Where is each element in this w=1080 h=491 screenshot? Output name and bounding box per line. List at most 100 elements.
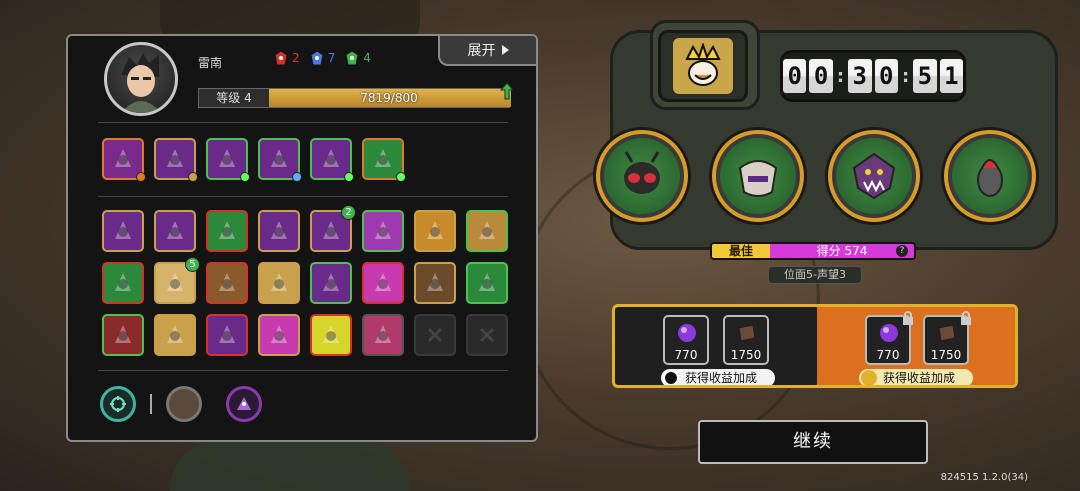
version-label: 824515 1.2.0(34)	[940, 472, 1028, 483]
spine-icon	[271, 221, 287, 239]
upgrade-dot-icon	[188, 172, 198, 182]
skill-slot[interactable]	[154, 210, 196, 252]
rune-count: 2	[292, 51, 300, 65]
skill-slot[interactable]	[258, 210, 300, 252]
purple-orb-icon	[678, 324, 696, 342]
syringe-icon	[375, 149, 391, 167]
skill-slot[interactable]	[362, 138, 406, 182]
separator	[150, 394, 152, 414]
blue-rune-icon	[310, 50, 324, 66]
crown-duck-portrait	[658, 30, 748, 102]
sunrise-icon	[167, 273, 183, 291]
expand-button[interactable]: 展开	[438, 36, 536, 66]
skill-slot[interactable]: 5	[154, 257, 200, 304]
skill-slot[interactable]: 2	[310, 205, 356, 252]
hat-artifact-icon[interactable]	[226, 386, 262, 422]
horned-larva-icon	[977, 159, 1003, 197]
get-bonus-ad-button[interactable]: 获得收益加成	[661, 369, 775, 385]
skill-slot[interactable]	[206, 138, 250, 182]
play-video-icon	[663, 370, 679, 385]
empty-equipment-slot-icon[interactable]	[166, 386, 202, 422]
empty-skill-slot[interactable]	[466, 314, 508, 356]
skill-slot[interactable]	[154, 314, 196, 356]
equipment-row	[100, 386, 262, 422]
divider	[98, 122, 508, 123]
rune-counters: 2 7 4	[274, 50, 371, 66]
skill-slot[interactable]	[466, 262, 508, 304]
boss-portrait[interactable]	[944, 130, 1036, 222]
scorpion-icon	[323, 273, 339, 291]
burst-icon	[323, 325, 339, 343]
blade-icon	[271, 149, 287, 167]
rune-counter: 4	[345, 50, 371, 66]
expand-label: 展开	[467, 43, 496, 59]
empty-skill-slot[interactable]	[414, 314, 456, 356]
hooded-figure-icon	[323, 149, 339, 167]
chevron-up-double-icon	[861, 370, 877, 385]
position-label: 位面5-声望3	[768, 266, 862, 284]
boss-portrait[interactable]	[828, 130, 920, 222]
skill-slot[interactable]	[414, 210, 456, 252]
level-up-arrow-icon[interactable]	[500, 82, 514, 100]
empty-slot-icon	[427, 327, 443, 343]
bonus-button-label: 获得收益加成	[685, 371, 758, 385]
xp-text: 7819/800	[360, 91, 418, 105]
tendril-icon	[375, 221, 391, 239]
skill-slot[interactable]	[362, 314, 404, 356]
get-bonus-button[interactable]: 获得收益加成	[859, 369, 973, 385]
armored-beetle-icon	[738, 160, 778, 197]
red-burst-icon	[375, 325, 391, 343]
skill-slot[interactable]	[102, 138, 146, 182]
timer-digit: 0	[809, 59, 833, 93]
level-progress-bar: 等级 4 7819/800	[198, 88, 511, 108]
green-sigil-icon[interactable]	[100, 386, 136, 422]
green-rune-icon	[345, 50, 359, 66]
help-icon[interactable]: ?	[896, 245, 908, 257]
upgrade-dot-icon	[136, 172, 146, 182]
green-slash-icon	[115, 273, 131, 291]
skill-slot[interactable]	[154, 138, 198, 182]
boss-portrait[interactable]	[712, 130, 804, 222]
skill-slot[interactable]	[310, 262, 352, 304]
upgrade-dot-icon	[396, 172, 406, 182]
skill-slot[interactable]	[362, 262, 404, 304]
timer-digit: 1	[939, 59, 964, 93]
skill-slot[interactable]	[206, 262, 248, 304]
character-panel: 雷南 2 7 4 展开 等级 4 7819/800 2 5	[66, 34, 538, 442]
pink-flower-icon	[375, 273, 391, 291]
skill-slot[interactable]	[102, 210, 144, 252]
skill-slot[interactable]	[102, 262, 144, 304]
score-text: 得分 574	[816, 244, 868, 258]
skill-slot[interactable]	[258, 262, 300, 304]
spiky-virus-icon	[323, 221, 339, 239]
stack-count-badge: 5	[185, 257, 200, 272]
brown-tile-icon	[738, 324, 756, 342]
skill-slot[interactable]	[310, 314, 352, 356]
boss-portrait[interactable]	[596, 130, 688, 222]
passive-skill-row	[102, 138, 406, 182]
character-name: 雷南	[198, 56, 223, 70]
stack-count-badge: 2	[341, 205, 356, 220]
skill-slot[interactable]	[206, 210, 248, 252]
claw-scroll-icon	[115, 221, 131, 239]
gold-emblem-icon	[219, 273, 235, 291]
skill-slot[interactable]	[466, 210, 508, 252]
reward-value: 1750	[930, 348, 962, 362]
timer-digit: 3	[848, 59, 872, 93]
character-avatar[interactable]	[104, 42, 178, 116]
skill-slot[interactable]	[310, 138, 354, 182]
skill-slot[interactable]	[206, 314, 248, 356]
skill-slot[interactable]	[258, 314, 300, 356]
skill-slot[interactable]	[258, 138, 302, 182]
background-character-body	[170, 440, 410, 491]
score-bar: 最佳 得分 574 ?	[710, 242, 916, 260]
skill-slot[interactable]	[414, 262, 456, 304]
skill-slot[interactable]	[102, 314, 144, 356]
continue-button[interactable]: 继续	[698, 420, 928, 464]
defeated-bosses	[596, 130, 1036, 222]
level-label: 等级 4	[199, 89, 269, 107]
mask-icon	[167, 221, 183, 239]
sun-gear-icon	[271, 273, 287, 291]
dark-orb-icon	[219, 149, 235, 167]
skill-slot[interactable]	[362, 210, 404, 252]
